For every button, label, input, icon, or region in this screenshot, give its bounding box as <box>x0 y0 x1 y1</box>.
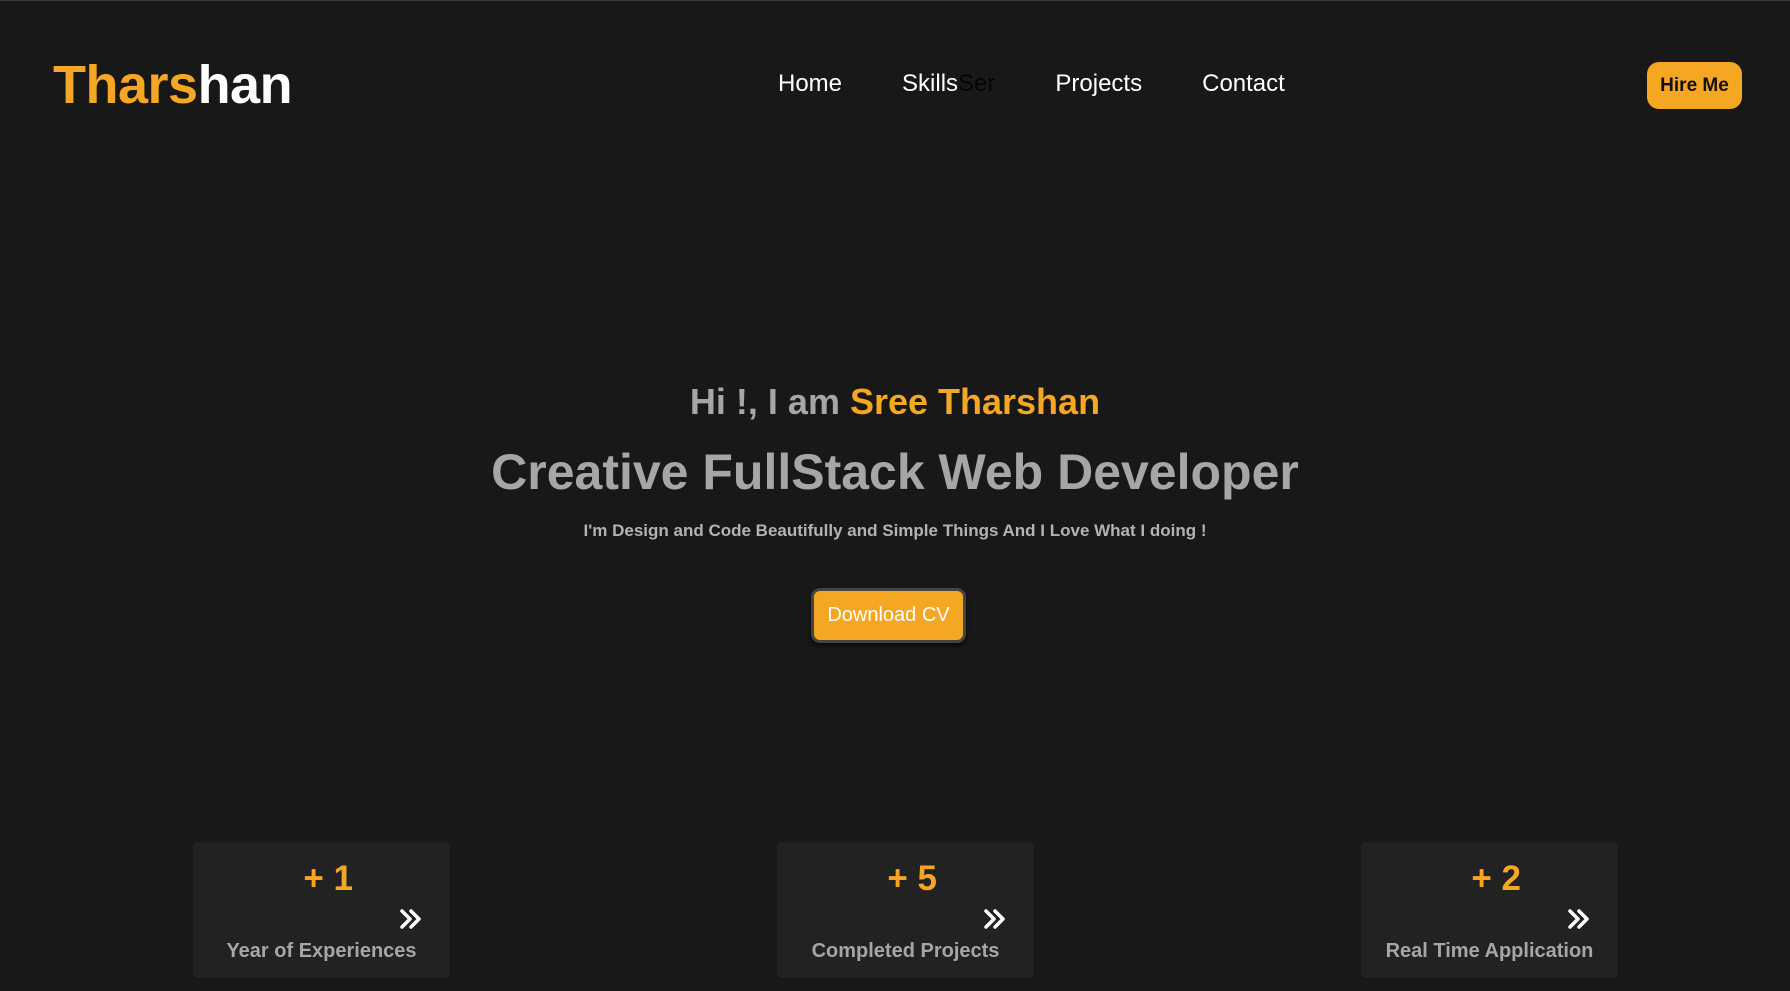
nav-contact[interactable]: Contact <box>1202 69 1285 99</box>
double-chevron-right-icon[interactable] <box>399 908 423 930</box>
greeting-name: Sree Tharshan <box>849 381 1101 422</box>
site-logo[interactable]: Tharshan <box>53 53 293 117</box>
stat-label: Year of Experiences <box>226 940 417 962</box>
double-chevron-right-icon[interactable] <box>1567 908 1591 930</box>
stat-value: + 2 <box>1471 859 1521 898</box>
hero-headline: Creative FullStack Web Developer <box>491 444 1299 500</box>
stat-card-applications: + 2 Real Time Application <box>1361 842 1618 978</box>
main-nav: Home SkillsSer Projects Contact <box>778 69 1285 99</box>
logo-text-accent: Thars <box>53 55 198 115</box>
stat-value: + 5 <box>887 859 937 898</box>
stat-value: + 1 <box>303 859 353 898</box>
nav-projects[interactable]: Projects <box>1055 69 1142 99</box>
stat-card-projects: + 5 Completed Projects <box>777 842 1034 978</box>
logo-text-light: han <box>197 55 293 115</box>
stat-label: Real Time Application <box>1385 940 1594 962</box>
hero-greeting: Hi !, I am Sree Tharshan <box>0 379 1790 425</box>
hire-me-button[interactable]: Hire Me <box>1647 62 1742 109</box>
stat-card-experience: + 1 Year of Experiences <box>193 842 450 978</box>
nav-services-label: Ser <box>958 70 996 97</box>
nav-skills-label: Skills <box>902 70 959 97</box>
stat-label: Completed Projects <box>811 940 1000 962</box>
hero-tagline: I'm Design and Code Beautifully and Simp… <box>583 521 1207 540</box>
double-chevron-right-icon[interactable] <box>983 908 1007 930</box>
nav-home[interactable]: Home <box>778 69 842 99</box>
greeting-prefix: Hi !, I am <box>689 381 850 422</box>
download-cv-button[interactable]: Download CV <box>811 588 966 643</box>
nav-skills-services[interactable]: SkillsSer <box>902 69 995 99</box>
